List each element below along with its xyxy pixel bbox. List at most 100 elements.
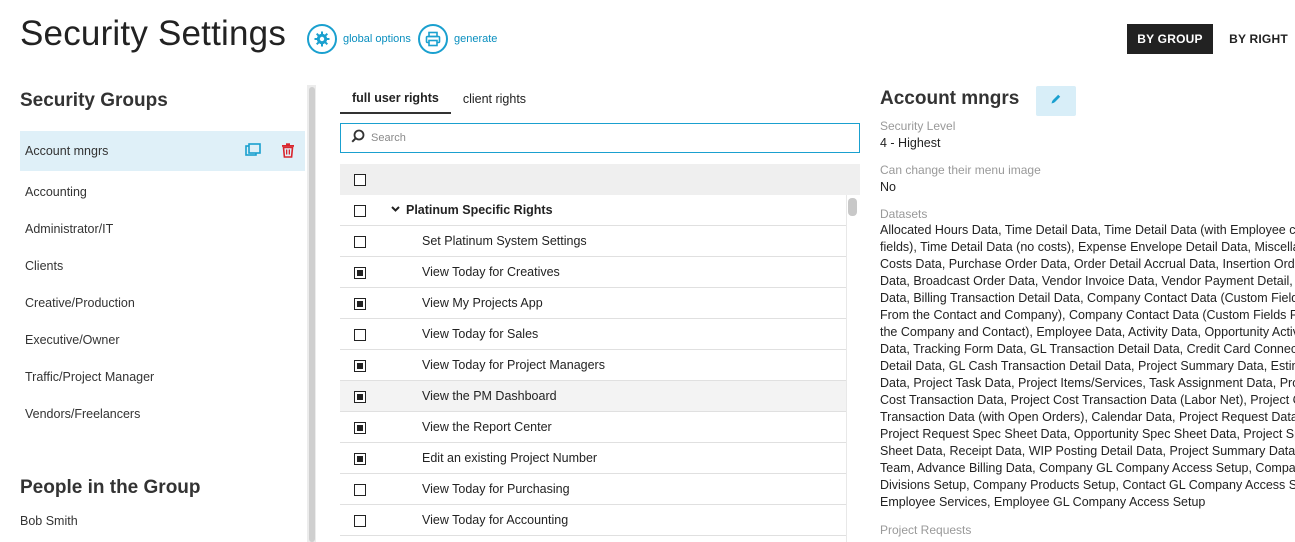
person-item[interactable]: Bob Smith — [20, 514, 78, 528]
group-item-account-mngrs[interactable]: Account mngrs — [20, 131, 305, 171]
right-label: View Today for Accounting — [422, 513, 569, 527]
rights-scrollbar-track[interactable] — [846, 195, 860, 542]
right-checkbox[interactable] — [354, 205, 366, 217]
group-item-label: Executive/Owner — [25, 332, 120, 347]
right-label: Set Platinum System Settings — [422, 234, 587, 248]
right-row[interactable]: View the PM Dashboard — [340, 381, 846, 412]
right-checkbox[interactable] — [354, 422, 366, 434]
datasets-label: Datasets — [880, 207, 928, 221]
right-label: View Today for Purchasing — [422, 482, 570, 496]
gear-icon — [307, 24, 337, 54]
datasets-line: Costs Data, Purchase Order Data, Order D… — [880, 257, 1295, 271]
rights-grid: Platinum Specific Rights Set Platinum Sy… — [340, 164, 860, 536]
right-label: View My Projects App — [422, 296, 543, 310]
right-label: View Today for Creatives — [422, 265, 560, 279]
datasets-line: Detail Data, GL Cash Transaction Detail … — [880, 359, 1295, 373]
datasets-line: Divisions Setup, Company Products Setup,… — [880, 478, 1295, 492]
group-item-label: Vendors/Freelancers — [25, 406, 141, 421]
tab-client-rights[interactable]: client rights — [451, 84, 538, 114]
printer-icon — [418, 24, 448, 54]
select-all-checkbox[interactable] — [354, 173, 366, 186]
group-item-label: Accounting — [25, 184, 87, 199]
right-label: Edit an existing Project Number — [422, 451, 598, 465]
right-checkbox[interactable] — [354, 236, 366, 248]
global-options-label: global options — [343, 33, 411, 45]
sidebar-scrollbar-thumb[interactable] — [309, 87, 315, 542]
group-item-label: Administrator/IT — [25, 221, 114, 236]
grid-header — [340, 164, 860, 195]
right-row[interactable]: View My Projects App — [340, 288, 846, 319]
search-input[interactable] — [371, 132, 851, 144]
datasets-line: Transaction Data (with Open Orders), Cal… — [880, 410, 1295, 424]
group-item-creative-production[interactable]: Creative/Production — [20, 284, 305, 321]
people-in-group-title: People in the Group — [20, 477, 201, 498]
right-row[interactable]: Set Platinum System Settings — [340, 226, 846, 257]
group-item-clients[interactable]: Clients — [20, 247, 305, 284]
datasets-value: Allocated Hours Data, Time Detail Data, … — [880, 222, 1295, 511]
security-groups-title: Security Groups — [20, 90, 168, 111]
right-row[interactable]: View the Report Center — [340, 412, 846, 443]
group-item-label: Clients — [25, 258, 64, 273]
right-checkbox[interactable] — [354, 391, 366, 403]
right-label: View Today for Sales — [422, 327, 539, 341]
security-group-list: Account mngrs Accounting Administrator/I… — [20, 131, 305, 432]
edit-group-button[interactable] — [1036, 86, 1076, 116]
group-detail-panel: Account mngrs — [880, 88, 1295, 110]
group-item-administrator-it[interactable]: Administrator/IT — [20, 210, 305, 247]
global-options-button[interactable]: global options — [307, 24, 411, 54]
generate-label: generate — [454, 33, 498, 45]
right-checkbox[interactable] — [354, 298, 366, 310]
group-item-traffic-project-manager[interactable]: Traffic/Project Manager — [20, 358, 305, 395]
datasets-line: Project Request Spec Sheet Data, Opportu… — [880, 427, 1295, 441]
search-icon — [351, 129, 365, 148]
datasets-line: Team, Advance Billing Data, Company GL C… — [880, 461, 1295, 475]
project-requests-label: Project Requests — [880, 523, 972, 537]
right-row[interactable]: Edit an existing Project Number — [340, 443, 846, 474]
datasets-line: the Company and Contact), Employee Data,… — [880, 325, 1295, 339]
search-field[interactable] — [340, 123, 860, 153]
right-row[interactable]: View Today for Creatives — [340, 257, 846, 288]
group-item-vendors-freelancers[interactable]: Vendors/Freelancers — [20, 395, 305, 432]
generate-button[interactable]: generate — [418, 24, 497, 54]
datasets-line: Data, Tracking Form Data, GL Transaction… — [880, 342, 1295, 356]
right-row[interactable]: View Today for Project Managers — [340, 350, 846, 381]
group-item-accounting[interactable]: Accounting — [20, 173, 305, 210]
right-label: View the Report Center — [422, 420, 552, 434]
datasets-line: Allocated Hours Data, Time Detail Data, … — [880, 223, 1295, 237]
right-row[interactable]: View Today for Purchasing — [340, 474, 846, 505]
datasets-line: Data, Billing Transaction Detail Data, C… — [880, 291, 1295, 305]
rights-scrollbar-thumb[interactable] — [848, 198, 857, 216]
datasets-line: fields), Time Detail Data (no costs), Ex… — [880, 240, 1295, 254]
by-right-toggle[interactable]: BY RIGHT — [1222, 24, 1295, 54]
right-checkbox[interactable] — [354, 267, 366, 279]
tab-full-user-rights[interactable]: full user rights — [340, 84, 451, 114]
detail-title: Account mngrs — [880, 88, 1020, 109]
menu-image-value: No — [880, 180, 896, 194]
page-title: Security Settings — [20, 14, 287, 53]
rights-tabs: full user rights client rights — [340, 84, 538, 114]
right-checkbox[interactable] — [354, 360, 366, 372]
datasets-line: Sheet Data, Receipt Data, WIP Posting De… — [880, 444, 1295, 458]
chevron-down-icon[interactable] — [390, 203, 401, 217]
right-label: View Today for Project Managers — [422, 358, 605, 372]
trash-icon[interactable] — [281, 143, 295, 161]
datasets-line: Data, Project Task Data, Project Items/S… — [880, 376, 1295, 390]
right-row[interactable]: View Today for Accounting — [340, 505, 846, 536]
copy-icon[interactable] — [245, 143, 261, 161]
right-checkbox[interactable] — [354, 515, 366, 527]
menu-image-label: Can change their menu image — [880, 163, 1041, 177]
rights-group-row[interactable]: Platinum Specific Rights — [340, 195, 846, 226]
right-checkbox[interactable] — [354, 453, 366, 465]
datasets-line: Employee Services, Employee GL Company A… — [880, 495, 1206, 509]
security-level-value: 4 - Highest — [880, 136, 941, 150]
right-row[interactable]: View Today for Sales — [340, 319, 846, 350]
group-item-label: Account mngrs — [25, 144, 109, 158]
pencil-icon — [1050, 92, 1062, 110]
by-group-toggle[interactable]: BY GROUP — [1127, 24, 1213, 54]
right-checkbox[interactable] — [354, 329, 366, 341]
right-label: View the PM Dashboard — [422, 389, 557, 403]
right-checkbox[interactable] — [354, 484, 366, 496]
group-item-executive-owner[interactable]: Executive/Owner — [20, 321, 305, 358]
datasets-line: Data, Broadcast Order Data, Vendor Invoi… — [880, 274, 1293, 288]
group-item-label: Traffic/Project Manager — [25, 369, 155, 384]
